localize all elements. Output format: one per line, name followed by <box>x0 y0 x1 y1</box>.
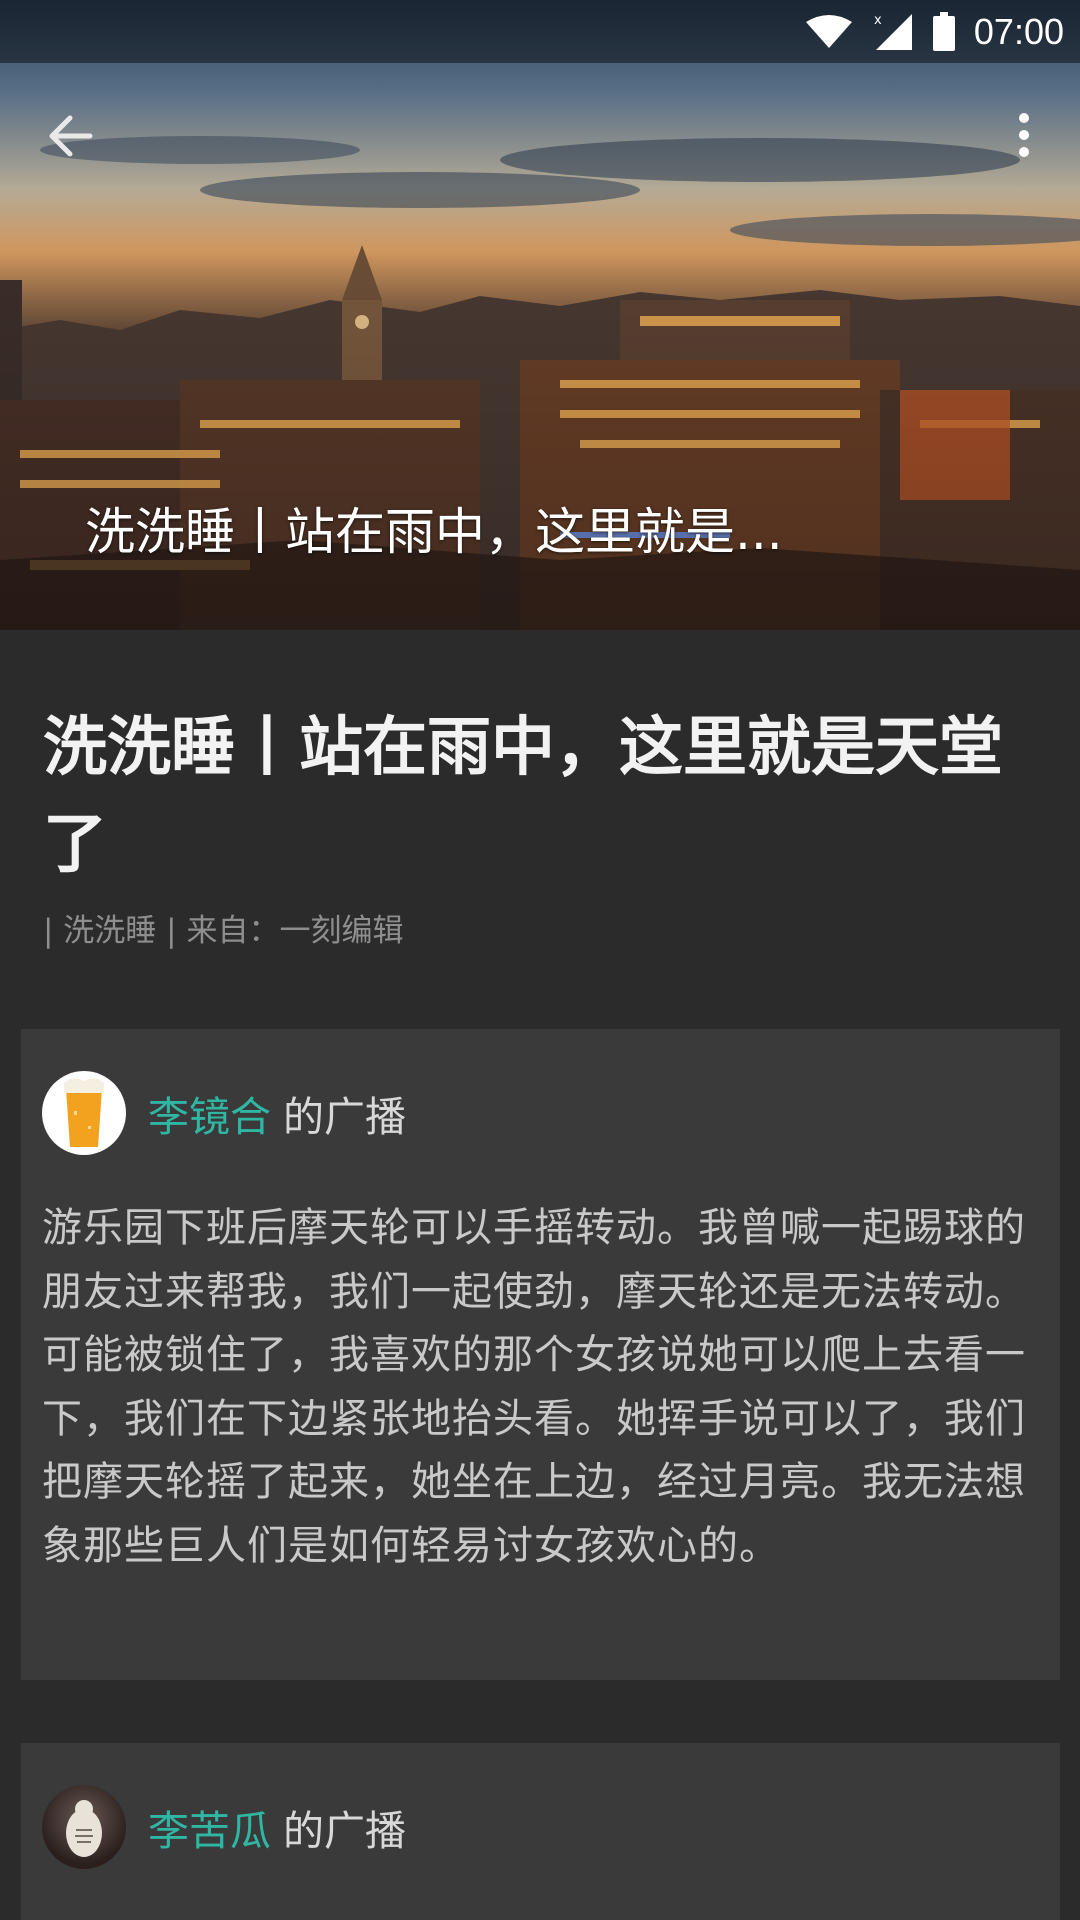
author-name-link[interactable]: 李苦瓜 <box>148 1807 271 1855</box>
article-title: 洗洗睡丨站在雨中，这里就是天堂了 <box>43 711 1003 882</box>
author-suffix: 的广播 <box>283 1807 406 1855</box>
post-author-line: 李镜合 的广播 <box>148 1083 406 1143</box>
hero-caption: 洗洗睡丨站在雨中，这里就是... <box>85 503 783 561</box>
article-meta: | 洗洗睡 | 来自：一刻编辑 <box>43 913 404 949</box>
more-vertical-icon <box>1019 113 1029 157</box>
author-name-link[interactable]: 李镜合 <box>148 1093 271 1141</box>
arrow-left-icon <box>49 115 93 157</box>
wifi-icon <box>805 14 852 48</box>
more-button[interactable] <box>1004 108 1044 164</box>
hero-image: 洗洗睡丨站在雨中，这里就是... <box>0 0 1080 630</box>
article-screen: 洗洗睡丨站在雨中，这里就是... x 07:00 洗洗睡丨站在雨中，这里就是天堂… <box>0 0 1080 1920</box>
post-header: 李苦瓜 的广播 <box>42 1785 406 1869</box>
post-card[interactable]: 李苦瓜 的广播 <box>21 1743 1060 1920</box>
author-avatar[interactable] <box>42 1071 126 1155</box>
back-button[interactable] <box>42 108 106 164</box>
post-card[interactable]: 李镜合 的广播 游乐园下班后摩天轮可以手摇转动。我曾喊一起踢球的朋友过来帮我，我们… <box>21 1029 1060 1680</box>
status-bar: x 07:00 <box>0 0 1080 63</box>
post-body: 游乐园下班后摩天轮可以手摇转动。我曾喊一起踢球的朋友过来帮我，我们一起使劲，摩天… <box>42 1205 1026 1569</box>
author-suffix: 的广播 <box>283 1093 406 1141</box>
post-header: 李镜合 的广播 <box>42 1071 406 1155</box>
author-avatar[interactable] <box>42 1785 126 1869</box>
post-author-line: 李苦瓜 的广播 <box>148 1797 406 1857</box>
battery-icon <box>932 11 955 51</box>
beer-glass-avatar-icon <box>64 1078 104 1147</box>
signal-icon: x <box>874 13 912 50</box>
status-time: 07:00 <box>973 10 1064 52</box>
svg-text:x: x <box>874 13 882 28</box>
photo-avatar-icon <box>66 1800 102 1857</box>
